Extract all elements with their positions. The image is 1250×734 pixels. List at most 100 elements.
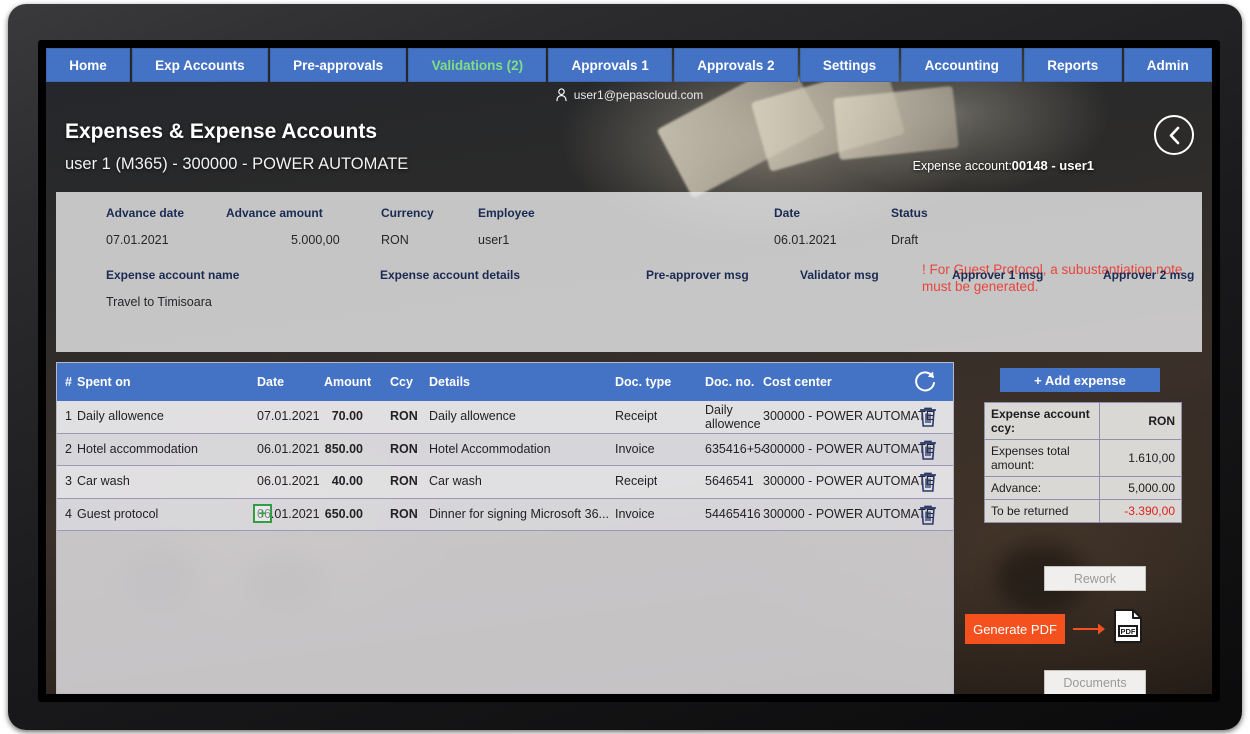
cell-ccy: RON [390,441,418,456]
nav-tab-settings[interactable]: Settings [799,48,900,82]
nav-tab-label: Reports [1047,57,1099,73]
cell-doc-no: 635416+541 [705,441,765,456]
summary-value: 1.610,00 [1099,439,1182,477]
nav-tab-approvals-1[interactable]: Approvals 1 [548,48,673,82]
generate-pdf-button[interactable]: Generate PDF [965,614,1065,644]
date-label: Date [774,206,801,220]
trash-icon [920,505,936,525]
cell-ccy: RON [390,409,418,423]
column-header-ccy: Ccy [390,375,413,389]
add-note-icon[interactable]: + [253,503,272,523]
page-title: Expenses & Expense Accounts [65,120,378,143]
table-row[interactable]: 3 Car wash 06.01.2021 40.00 RON Car wash Recei… [57,466,953,499]
cell-spent-on: Car wash [77,474,130,488]
delete-row-button[interactable] [917,471,939,493]
application-screen: Home Exp Accounts Pre-approvals Validations… [46,48,1212,694]
nav-tab-approvals-2[interactable]: Approvals 2 [674,48,798,82]
cell-amount: 850.00 [324,441,363,456]
advance-date-value: 07.01.2021 [106,233,169,247]
delete-row-button[interactable] [917,406,939,428]
expense-lines-table: # Spent on Date Amount Ccy Details Doc. … [56,362,954,694]
summary-key: Advance: [984,476,1100,500]
cell-doc-no: Daily allowence [705,403,761,431]
cell-number: 3 [65,474,72,488]
advance-amount-value: 5.000,00 [291,233,340,247]
cell-spent-on: Daily allowence [77,409,164,423]
expense-info-panel: Advance date 07.01.2021 Advance amount 5… [56,192,1202,352]
delete-row-button[interactable] [917,439,939,461]
validator-msg-label: Validator msg [800,268,879,282]
column-header-number: # [65,375,72,389]
nav-tab-label: Approvals 1 [571,57,649,73]
expense-account-value: 00148 - user1 [1011,158,1094,173]
approver2-msg-label: Approver 2 msg [1103,268,1195,282]
cell-number: 4 [65,506,72,521]
back-button[interactable] [1154,115,1194,155]
currency-value: RON [381,233,409,247]
user-email: user1@pepascloud.com [573,88,704,102]
summary-row: Advance: 5,000.00 [984,476,1182,500]
table-row[interactable]: 4 Guest protocol 06.01.2021 650.00 RON Dinner… [57,498,953,531]
trash-icon [920,472,936,492]
expense-account-details-label: Expense account details [380,268,521,282]
actions-side-panel: + Add expense Expense account ccy: RON Exp… [964,362,1202,694]
cell-spent-on: Guest protocol [77,506,159,521]
nav-tab-reports[interactable]: Reports [1024,48,1122,82]
cell-doc-type: Invoice [615,441,655,456]
preapprover-msg-label: Pre-approver msg [646,268,749,282]
nav-tab-exp-accounts[interactable]: Exp Accounts [131,48,268,82]
expense-account-name-value: Travel to Timisoara [106,295,212,309]
pdf-file-icon[interactable]: PDF [1112,608,1144,644]
nav-tab-label: Home [69,57,107,73]
delete-row-button[interactable] [917,504,939,526]
summary-key: To be returned [984,499,1100,523]
column-header-doc-no: Doc. no. [705,375,755,389]
documents-button[interactable]: Documents [1044,670,1146,694]
table-body: 1 Daily allowence 07.01.2021 70.00 RON Daily … [57,401,953,531]
cell-details: Hotel Accommodation [429,441,551,456]
add-expense-button[interactable]: + Add expense [1000,368,1160,392]
date-value: 06.01.2021 [774,233,837,247]
table-header-row: # Spent on Date Amount Ccy Details Doc. … [57,363,953,401]
chevron-left-icon [1169,126,1179,144]
page-subtitle: user 1 (M365) - 300000 - POWER AUTOMATE [65,155,409,173]
nav-tab-label: Accounting [924,57,999,73]
nav-tab-label: Settings [822,57,877,73]
cell-spent-on: Hotel accommodation [77,441,198,456]
summary-row: Expense account ccy: RON [984,402,1182,440]
cell-amount: 70.00 [331,409,363,423]
nav-tab-admin[interactable]: Admin [1123,48,1212,82]
expense-account-label: Expense account: [912,159,1012,173]
rework-button[interactable]: Rework [1044,566,1146,591]
nav-tab-home[interactable]: Home [46,48,130,82]
cell-ccy: RON [390,474,418,488]
column-header-amount: Amount [324,375,372,389]
cell-amount: 650.00 [324,506,363,521]
cell-number: 2 [65,441,72,456]
cell-doc-no: 5646541 [705,474,754,488]
nav-tab-accounting[interactable]: Accounting [901,48,1023,82]
summary-value: RON [1099,402,1182,440]
refresh-button[interactable] [913,369,939,395]
main-navigation: Home Exp Accounts Pre-approvals Validations… [46,48,1212,84]
arrow-right-icon [1073,623,1105,635]
table-row[interactable]: 2 Hotel accommodation 06.01.2021 850.00 RON H… [57,433,953,466]
cell-doc-no: 54465416 [705,506,761,521]
column-header-cost-center: Cost center [763,375,832,389]
cell-ccy: RON [390,506,418,521]
cell-details: Dinner for signing Microsoft 36... [429,506,609,521]
table-row[interactable]: 1 Daily allowence 07.01.2021 70.00 RON Daily … [57,401,953,434]
nav-tab-validations-2[interactable]: Validations (2) [408,48,547,82]
cell-doc-type: Receipt [615,409,658,423]
nav-tab-label: Validations (2) [431,57,524,73]
cell-doc-type: Invoice [615,506,655,521]
cell-doc-type: Receipt [615,474,658,488]
approver1-msg-label: Approver 1 msg [952,268,1044,282]
nav-tab-pre-approvals[interactable]: Pre-approvals [269,48,407,82]
page-header: Expenses & Expense Accounts user 1 (M365… [46,106,1212,192]
summary-row: Expenses total amount: 1.610,00 [984,439,1182,477]
refresh-icon [915,371,935,392]
cell-cost-center: 300000 - POWER AUTOMATE [763,506,935,521]
summary-value: -3.390,00 [1099,499,1182,523]
summary-key: Expense account ccy: [984,402,1100,440]
